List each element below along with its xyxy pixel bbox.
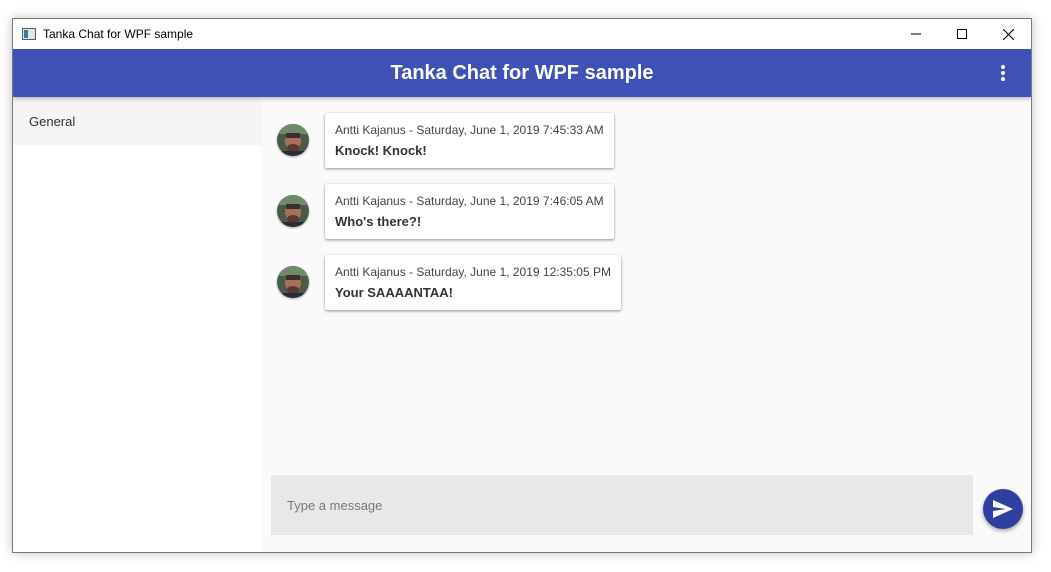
sidebar-item-general[interactable]: General (13, 97, 261, 145)
maximize-icon (957, 29, 967, 39)
message-text: Knock! Knock! (335, 143, 427, 158)
title-bar: Tanka Chat for WPF sample (13, 19, 1031, 49)
message-text: Your SAAAANTAA! (335, 285, 453, 300)
avatar (277, 266, 309, 298)
minimize-icon (911, 33, 921, 35)
message-text: Who's there?! (335, 214, 422, 229)
message-header: Antti Kajanus - Saturday, June 1, 2019 1… (335, 265, 611, 279)
window-title: Tanka Chat for WPF sample (43, 27, 194, 41)
maximize-button[interactable] (939, 19, 985, 49)
more-vert-icon[interactable] (995, 63, 1011, 83)
message-header: Antti Kajanus - Saturday, June 1, 2019 7… (335, 123, 604, 137)
message-bubble: Antti Kajanus - Saturday, June 1, 2019 1… (325, 255, 621, 310)
message-header: Antti Kajanus - Saturday, June 1, 2019 7… (335, 194, 604, 208)
avatar (277, 195, 309, 227)
sidebar-item-label: General (29, 113, 76, 129)
app-bar: Tanka Chat for WPF sample (13, 49, 1031, 97)
minimize-button[interactable] (893, 19, 939, 49)
close-icon (1002, 28, 1014, 40)
message-bubble: Antti Kajanus - Saturday, June 1, 2019 7… (325, 113, 614, 168)
app-bar-title: Tanka Chat for WPF sample (390, 61, 654, 84)
send-icon (993, 500, 1013, 518)
close-button[interactable] (985, 19, 1031, 49)
message-bubble: Antti Kajanus - Saturday, June 1, 2019 7… (325, 184, 614, 239)
chat-main: Antti Kajanus - Saturday, June 1, 2019 7… (261, 97, 1031, 552)
app-window: Tanka Chat for WPF sample Tanka Chat for… (12, 18, 1032, 553)
app-icon (22, 28, 36, 40)
message-input[interactable] (271, 496, 973, 514)
channel-sidebar: General (13, 97, 261, 552)
send-button[interactable] (983, 489, 1023, 529)
message-composer (271, 475, 973, 535)
avatar (277, 124, 309, 156)
